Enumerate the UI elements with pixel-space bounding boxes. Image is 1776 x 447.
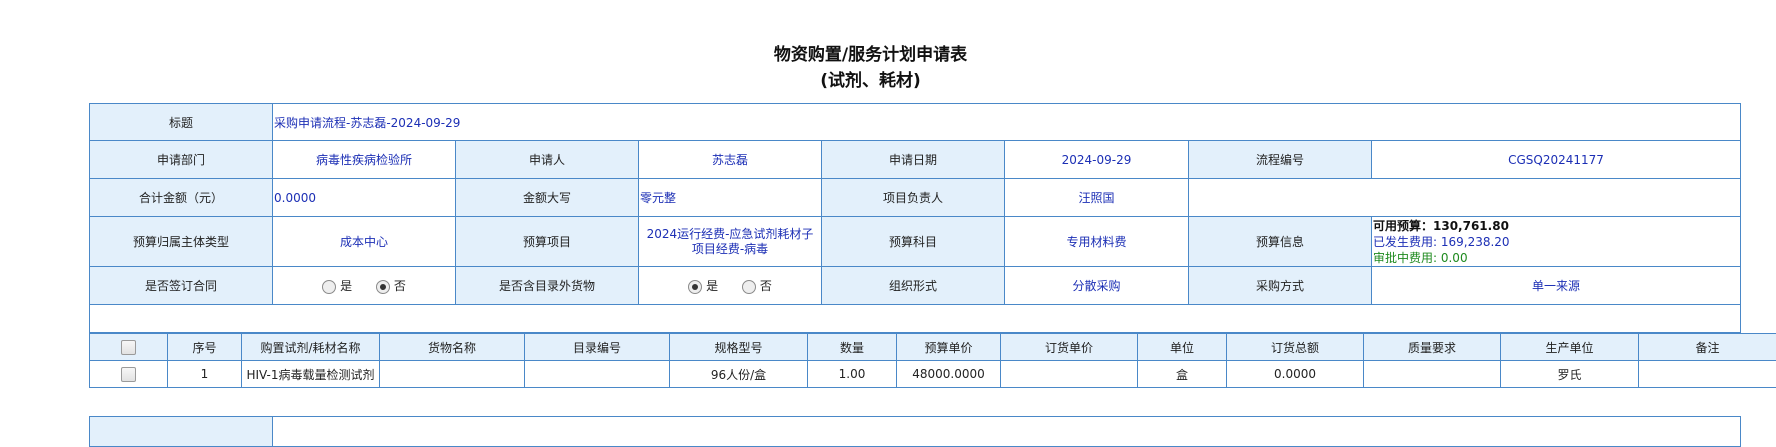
dept-label: 申请部门 [90, 141, 273, 179]
flow-no-label: 流程编号 [1189, 141, 1372, 179]
total-amount-value: 0.0000 [273, 179, 456, 217]
select-all-checkbox[interactable] [121, 340, 136, 355]
budget-item-label: 预算项目 [456, 217, 639, 267]
catalog-yes-radio[interactable] [688, 280, 702, 294]
flow-no-value: CGSQ20241177 [1372, 141, 1741, 179]
budget-subject-value: 专用材料费 [1005, 217, 1189, 267]
col-header: 生产单位 [1501, 334, 1639, 361]
contract-yes-option[interactable]: 是 [322, 277, 352, 294]
dept-value: 病毒性疾病检验所 [273, 141, 456, 179]
empty-cell [1189, 179, 1741, 217]
catalog-yes-option[interactable]: 是 [688, 277, 718, 294]
date-value: 2024-09-29 [1005, 141, 1189, 179]
spacer-row [89, 305, 1741, 333]
catalog-yes-text: 是 [706, 279, 718, 293]
page-subtitle: (试剂、耗材) [0, 66, 1741, 91]
col-header: 购置试剂/耗材名称 [242, 334, 380, 361]
next-section-label-cell [90, 417, 273, 447]
purchase-method-value: 单一来源 [1372, 267, 1741, 305]
table-cell: 1 [168, 361, 242, 388]
applicant-label: 申请人 [456, 141, 639, 179]
page-title: 物资购置/服务计划申请表 [0, 40, 1741, 65]
purchase-method-label: 采购方式 [1189, 267, 1372, 305]
next-section-table [89, 416, 1741, 447]
col-header: 质量要求 [1364, 334, 1501, 361]
budget-used: 已发生费用: 169,238.20 [1373, 234, 1736, 250]
table-cell: 盒 [1138, 361, 1227, 388]
table-cell [380, 361, 525, 388]
col-header: 序号 [168, 334, 242, 361]
org-form-value: 分散采购 [1005, 267, 1189, 305]
col-header: 预算单价 [897, 334, 1001, 361]
amount-uppercase-label: 金额大写 [456, 179, 639, 217]
contract-no-option[interactable]: 否 [376, 277, 406, 294]
table-row: 1 HIV-1病毒载量检测试剂 96人份/盒 1.00 48000.0000 盒… [90, 361, 1776, 388]
table-cell: HIV-1病毒载量检测试剂 [242, 361, 380, 388]
budget-item-value: 2024运行经费-应急试剂耗材子项目经费-病毒 [639, 217, 822, 267]
table-cell: 0.0000 [1227, 361, 1364, 388]
budget-type-value: 成本中心 [273, 217, 456, 267]
catalog-no-option[interactable]: 否 [742, 277, 772, 294]
budget-subject-label: 预算科目 [822, 217, 1005, 267]
date-label: 申请日期 [822, 141, 1005, 179]
catalog-no-radio[interactable] [742, 280, 756, 294]
application-form-table: 标题 采购申请流程-苏志磊-2024-09-29 申请部门 病毒性疾病检验所 申… [89, 103, 1741, 305]
subject-label: 标题 [90, 104, 273, 141]
project-manager-value: 汪照国 [1005, 179, 1189, 217]
col-header: 货物名称 [380, 334, 525, 361]
col-header: 目录编号 [525, 334, 670, 361]
budget-info-value: 可用预算：130,761.80 已发生费用: 169,238.20 审批中费用:… [1372, 217, 1741, 267]
catalog-radio-group: 是 否 [639, 267, 822, 305]
table-cell [525, 361, 670, 388]
project-manager-label: 项目负责人 [822, 179, 1005, 217]
contract-yes-radio[interactable] [322, 280, 336, 294]
table-cell: 1.00 [808, 361, 897, 388]
table-cell [1001, 361, 1138, 388]
budget-available: 可用预算：130,761.80 [1373, 218, 1736, 234]
table-cell [1364, 361, 1501, 388]
col-header: 订货单价 [1001, 334, 1138, 361]
next-section-value-cell [273, 417, 1741, 447]
contract-radio-group: 是 否 [273, 267, 456, 305]
row-select-cell [90, 361, 168, 388]
contract-no-radio[interactable] [376, 280, 390, 294]
table-cell: 48000.0000 [897, 361, 1001, 388]
contract-no-text: 否 [394, 279, 406, 293]
table-cell: 96人份/盒 [670, 361, 808, 388]
col-header: 规格型号 [670, 334, 808, 361]
table-cell: 罗氏 [1501, 361, 1639, 388]
select-all-cell [90, 334, 168, 361]
budget-pending: 审批中费用: 0.00 [1373, 250, 1736, 266]
budget-info-label: 预算信息 [1189, 217, 1372, 267]
col-header: 数量 [808, 334, 897, 361]
contract-yes-text: 是 [340, 279, 352, 293]
total-amount-label: 合计金额（元） [90, 179, 273, 217]
budget-type-label: 预算归属主体类型 [90, 217, 273, 267]
contract-label: 是否签订合同 [90, 267, 273, 305]
table-cell [1639, 361, 1776, 388]
col-header: 备注 [1639, 334, 1776, 361]
row-checkbox[interactable] [121, 367, 136, 382]
org-form-label: 组织形式 [822, 267, 1005, 305]
applicant-value: 苏志磊 [639, 141, 822, 179]
col-header: 单位 [1138, 334, 1227, 361]
catalog-label: 是否含目录外货物 [456, 267, 639, 305]
catalog-no-text: 否 [760, 279, 772, 293]
col-header: 订货总额 [1227, 334, 1364, 361]
amount-uppercase-value: 零元整 [639, 179, 822, 217]
items-table: 序号 购置试剂/耗材名称 货物名称 目录编号 规格型号 数量 预算单价 订货单价… [89, 333, 1776, 388]
subject-value: 采购申请流程-苏志磊-2024-09-29 [273, 104, 1741, 141]
items-header-row: 序号 购置试剂/耗材名称 货物名称 目录编号 规格型号 数量 预算单价 订货单价… [90, 334, 1776, 361]
